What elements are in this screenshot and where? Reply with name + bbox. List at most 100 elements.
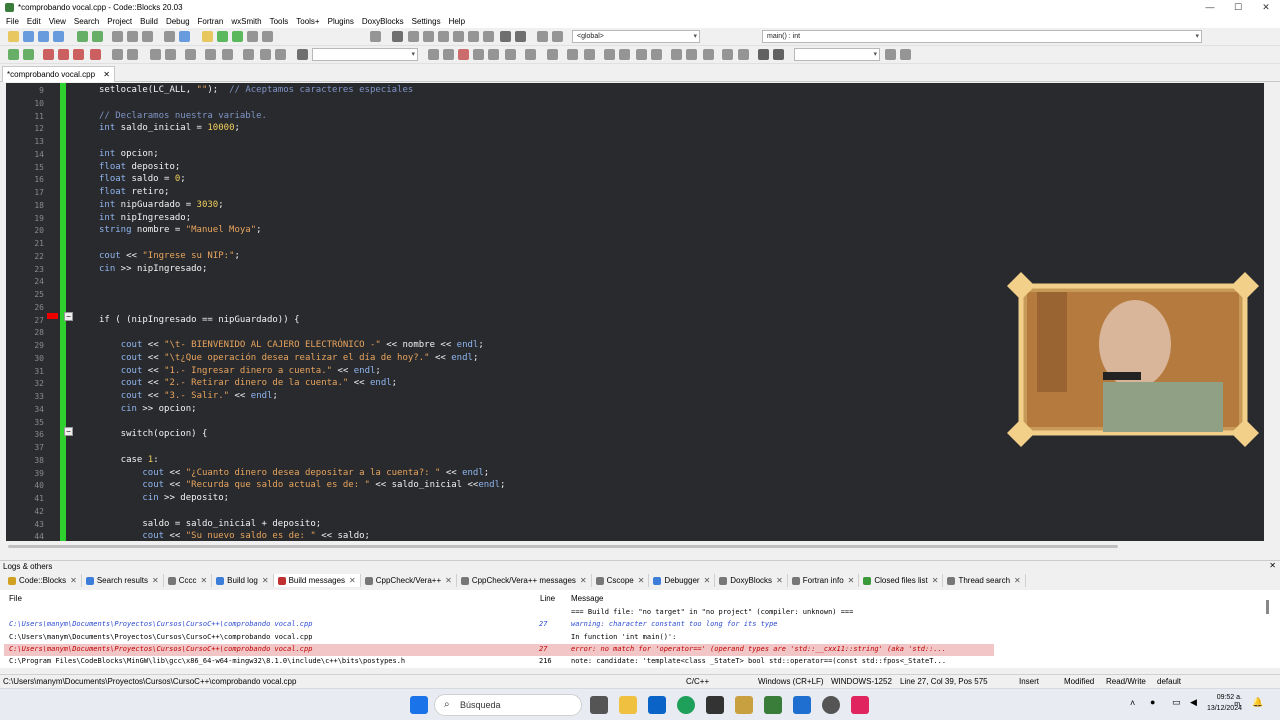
editor-horizontal-scrollbar[interactable]: [6, 541, 1264, 553]
toolbar-button-icon[interactable]: [297, 49, 308, 60]
log-tab-cscope[interactable]: Cscope ✕: [592, 574, 650, 587]
menu-doxyblocks[interactable]: DoxyBlocks: [358, 17, 408, 26]
toolbar-button-icon[interactable]: [443, 49, 454, 60]
toolbar-button-icon[interactable]: [165, 49, 176, 60]
code-line[interactable]: cout << "Ingrese su NIP:";: [99, 251, 240, 261]
taskbar-search-box[interactable]: ⌕ Búsqueda: [434, 694, 582, 716]
toolbar-button-icon[interactable]: [217, 31, 228, 42]
code-line[interactable]: cout << "3.- Salir." << endl;: [99, 391, 278, 401]
log-tab-doxyblocks[interactable]: DoxyBlocks ✕: [715, 574, 788, 587]
column-header-line[interactable]: Line: [540, 594, 555, 603]
toolbar-button-icon[interactable]: [370, 31, 381, 42]
toolbar-button-icon[interactable]: [275, 49, 286, 60]
code-line[interactable]: if ( (nipIngresado == nipGuardado)) {: [99, 315, 299, 325]
toolbar-button-icon[interactable]: [453, 31, 464, 42]
toolbar-button-icon[interactable]: [547, 49, 558, 60]
build-message-row[interactable]: === Build file: "no target" in "no proje…: [4, 607, 994, 619]
close-icon[interactable]: ✕: [349, 576, 356, 585]
build-message-row[interactable]: C:\Program Files\CodeBlocks\MinGW\lib\gc…: [4, 656, 994, 668]
code-line[interactable]: cin >> nipIngresado;: [99, 264, 207, 274]
speaker-icon[interactable]: ◀: [1190, 697, 1197, 708]
menu-view[interactable]: View: [45, 17, 70, 26]
toolbar-button-icon[interactable]: [552, 31, 563, 42]
code-line[interactable]: case 1:: [99, 455, 159, 465]
toolbar-button-icon[interactable]: [232, 31, 243, 42]
toolbar-button-icon[interactable]: [43, 49, 54, 60]
close-window-button[interactable]: ✕: [1252, 2, 1280, 13]
toolbar-button-icon[interactable]: [473, 49, 484, 60]
toolbar-button-icon[interactable]: [262, 31, 273, 42]
toolbar-button-icon[interactable]: [604, 49, 615, 60]
code-line[interactable]: switch(opcion) {: [99, 429, 208, 439]
file-explorer-icon[interactable]: [619, 696, 637, 714]
code-line[interactable]: cout << "Recurda que saldo actual es de:…: [99, 480, 505, 490]
menu-tools[interactable]: Tools: [266, 17, 293, 26]
scope-combo[interactable]: <global> ▾: [572, 30, 700, 43]
menu-wxsmith[interactable]: wxSmith: [227, 17, 265, 26]
close-icon[interactable]: ✕: [932, 576, 939, 585]
toolbar-button-icon[interactable]: [260, 49, 271, 60]
menu-edit[interactable]: Edit: [23, 17, 45, 26]
code-line[interactable]: int nipIngresado;: [99, 213, 191, 223]
close-icon[interactable]: ✕: [1014, 576, 1021, 585]
editor-vertical-scrollbar[interactable]: [1265, 83, 1278, 541]
code-line[interactable]: saldo = saldo_inicial + deposito;: [99, 519, 321, 529]
search-combo[interactable]: ▾: [312, 48, 418, 61]
toolbar-button-icon[interactable]: [408, 31, 419, 42]
toolbar-button-icon[interactable]: [773, 49, 784, 60]
menu-tools[interactable]: Tools+: [292, 17, 323, 26]
build-message-row[interactable]: C:\Users\manym\Documents\Proyectos\Curso…: [4, 619, 994, 631]
menu-debug[interactable]: Debug: [162, 17, 194, 26]
toolbar-button-icon[interactable]: [112, 49, 123, 60]
code-line[interactable]: setlocale(LC_ALL, ""); // Aceptamos cara…: [99, 85, 413, 95]
code-line[interactable]: cout << "\t¿Que operación desea realizar…: [99, 353, 479, 363]
chevron-up-icon[interactable]: ˄: [1130, 698, 1135, 708]
breakpoint-marker[interactable]: [47, 313, 58, 319]
task-view-icon[interactable]: [590, 696, 608, 714]
toolbar-button-icon[interactable]: [738, 49, 749, 60]
toolbar-button-icon[interactable]: [23, 49, 34, 60]
code-line[interactable]: cout << "Su nuevo saldo es de: " << sald…: [99, 531, 370, 541]
outlook-icon[interactable]: [648, 696, 666, 714]
notification-bell-icon[interactable]: 🔔: [1252, 697, 1263, 708]
toolbar-button-icon[interactable]: [619, 49, 630, 60]
log-tab-debugger[interactable]: Debugger ✕: [649, 574, 716, 587]
toolbar-button-icon[interactable]: [671, 49, 682, 60]
code-line[interactable]: cin >> deposito;: [99, 493, 229, 503]
log-tab-cccc[interactable]: Cccc ✕: [164, 574, 213, 587]
menu-project[interactable]: Project: [103, 17, 136, 26]
menu-fortran[interactable]: Fortran: [194, 17, 228, 26]
toolbar-button-icon[interactable]: [205, 49, 216, 60]
fold-toggle-icon[interactable]: −: [64, 427, 73, 436]
toolbar-button-icon[interactable]: [392, 31, 403, 42]
toolbar-button-icon[interactable]: [500, 31, 511, 42]
toolbar-button-icon[interactable]: [438, 31, 449, 42]
menu-build[interactable]: Build: [136, 17, 162, 26]
code-line[interactable]: float retiro;: [99, 187, 169, 197]
toolbar-button-icon[interactable]: [525, 49, 536, 60]
codeblocks-taskbar-icon[interactable]: [764, 696, 782, 714]
minimize-button[interactable]: —: [1196, 2, 1224, 12]
close-icon[interactable]: ✕: [70, 576, 77, 585]
toolbar-button-icon[interactable]: [428, 49, 439, 60]
toolbar-button-icon[interactable]: [488, 49, 499, 60]
toolbar-button-icon[interactable]: [127, 31, 138, 42]
toolbar-button-icon[interactable]: [722, 49, 733, 60]
toolbar-button-icon[interactable]: [651, 49, 662, 60]
code-line[interactable]: int nipGuardado = 3030;: [99, 200, 224, 210]
toolbar-button-icon[interactable]: [90, 49, 101, 60]
log-tab-code-blocks[interactable]: Code::Blocks ✕: [4, 574, 82, 587]
close-icon[interactable]: ✕: [638, 576, 645, 585]
close-icon[interactable]: ✕: [103, 70, 110, 79]
toolbar-button-icon[interactable]: [636, 49, 647, 60]
toolbar-button-icon[interactable]: [222, 49, 233, 60]
pen-app-icon[interactable]: [735, 696, 753, 714]
toolbar-button-icon[interactable]: [112, 31, 123, 42]
code-line[interactable]: cin >> opcion;: [99, 404, 197, 414]
close-icon[interactable]: ✕: [200, 576, 207, 585]
toolbar-button-icon[interactable]: [164, 31, 175, 42]
code-line[interactable]: float deposito;: [99, 162, 180, 172]
scroll-thumb[interactable]: [1266, 600, 1269, 614]
toolbar-button-icon[interactable]: [458, 49, 469, 60]
toolbar-button-icon[interactable]: [686, 49, 697, 60]
